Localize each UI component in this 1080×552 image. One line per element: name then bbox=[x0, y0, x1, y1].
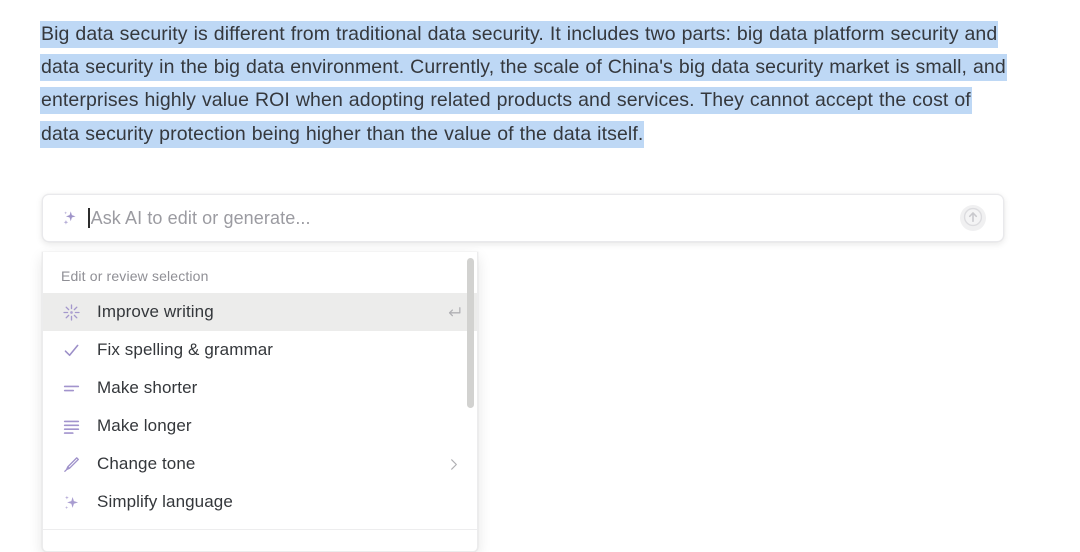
menu-item-simplify-language[interactable]: Simplify language bbox=[43, 483, 477, 521]
ai-actions-menu[interactable]: Edit or review selection Improve writing… bbox=[42, 252, 478, 552]
selected-paragraph[interactable]: Big data security is different from trad… bbox=[40, 18, 1010, 151]
menu-divider bbox=[43, 529, 477, 530]
text-caret bbox=[88, 208, 90, 228]
ai-editor-screen: Big data security is different from trad… bbox=[0, 0, 1080, 552]
menu-item-label: Make shorter bbox=[97, 378, 198, 397]
sparkle-icon bbox=[61, 492, 81, 512]
menu-item-accessory bbox=[443, 416, 463, 436]
chevron-right-icon bbox=[443, 454, 463, 474]
shorten-lines-icon bbox=[61, 378, 81, 398]
menu-scrollbar-thumb[interactable] bbox=[467, 258, 474, 408]
ai-input-wrapper[interactable]: Ask AI to edit or generate... bbox=[88, 195, 960, 241]
menu-item-improve-writing[interactable]: Improve writing bbox=[43, 293, 477, 331]
document-body: Big data security is different from trad… bbox=[40, 18, 1010, 151]
menu-item-accessory bbox=[443, 340, 463, 360]
lengthen-lines-icon bbox=[61, 416, 81, 436]
menu-item-fix-spelling-grammar[interactable]: Fix spelling & grammar bbox=[43, 331, 477, 369]
menu-item-label: Simplify language bbox=[97, 492, 233, 511]
ai-prompt-bar[interactable]: Ask AI to edit or generate... bbox=[42, 194, 1004, 242]
arrow-up-circle-icon bbox=[962, 206, 984, 231]
menu-item-accessory bbox=[443, 492, 463, 512]
sparkle-burst-icon bbox=[61, 302, 81, 322]
menu-item-label: Make longer bbox=[97, 416, 192, 435]
menu-item-make-longer[interactable]: Make longer bbox=[43, 407, 477, 445]
menu-item-label: Fix spelling & grammar bbox=[97, 340, 274, 359]
menu-item-label: Change tone bbox=[97, 454, 196, 473]
check-icon bbox=[61, 340, 81, 360]
menu-item-change-tone[interactable]: Change tone bbox=[43, 445, 477, 483]
pen-icon bbox=[61, 454, 81, 474]
menu-scrollbar[interactable] bbox=[467, 256, 474, 548]
menu-section-header: Edit or review selection bbox=[61, 268, 209, 284]
return-key-icon bbox=[443, 302, 463, 322]
sparkle-icon bbox=[60, 208, 80, 228]
selection-highlight: Big data security is different from trad… bbox=[40, 21, 1007, 148]
ai-prompt-placeholder: Ask AI to edit or generate... bbox=[90, 207, 311, 228]
ai-submit-button[interactable] bbox=[960, 205, 986, 231]
menu-item-make-shorter[interactable]: Make shorter bbox=[43, 369, 477, 407]
menu-item-accessory bbox=[443, 378, 463, 398]
menu-item-label: Improve writing bbox=[97, 302, 214, 321]
